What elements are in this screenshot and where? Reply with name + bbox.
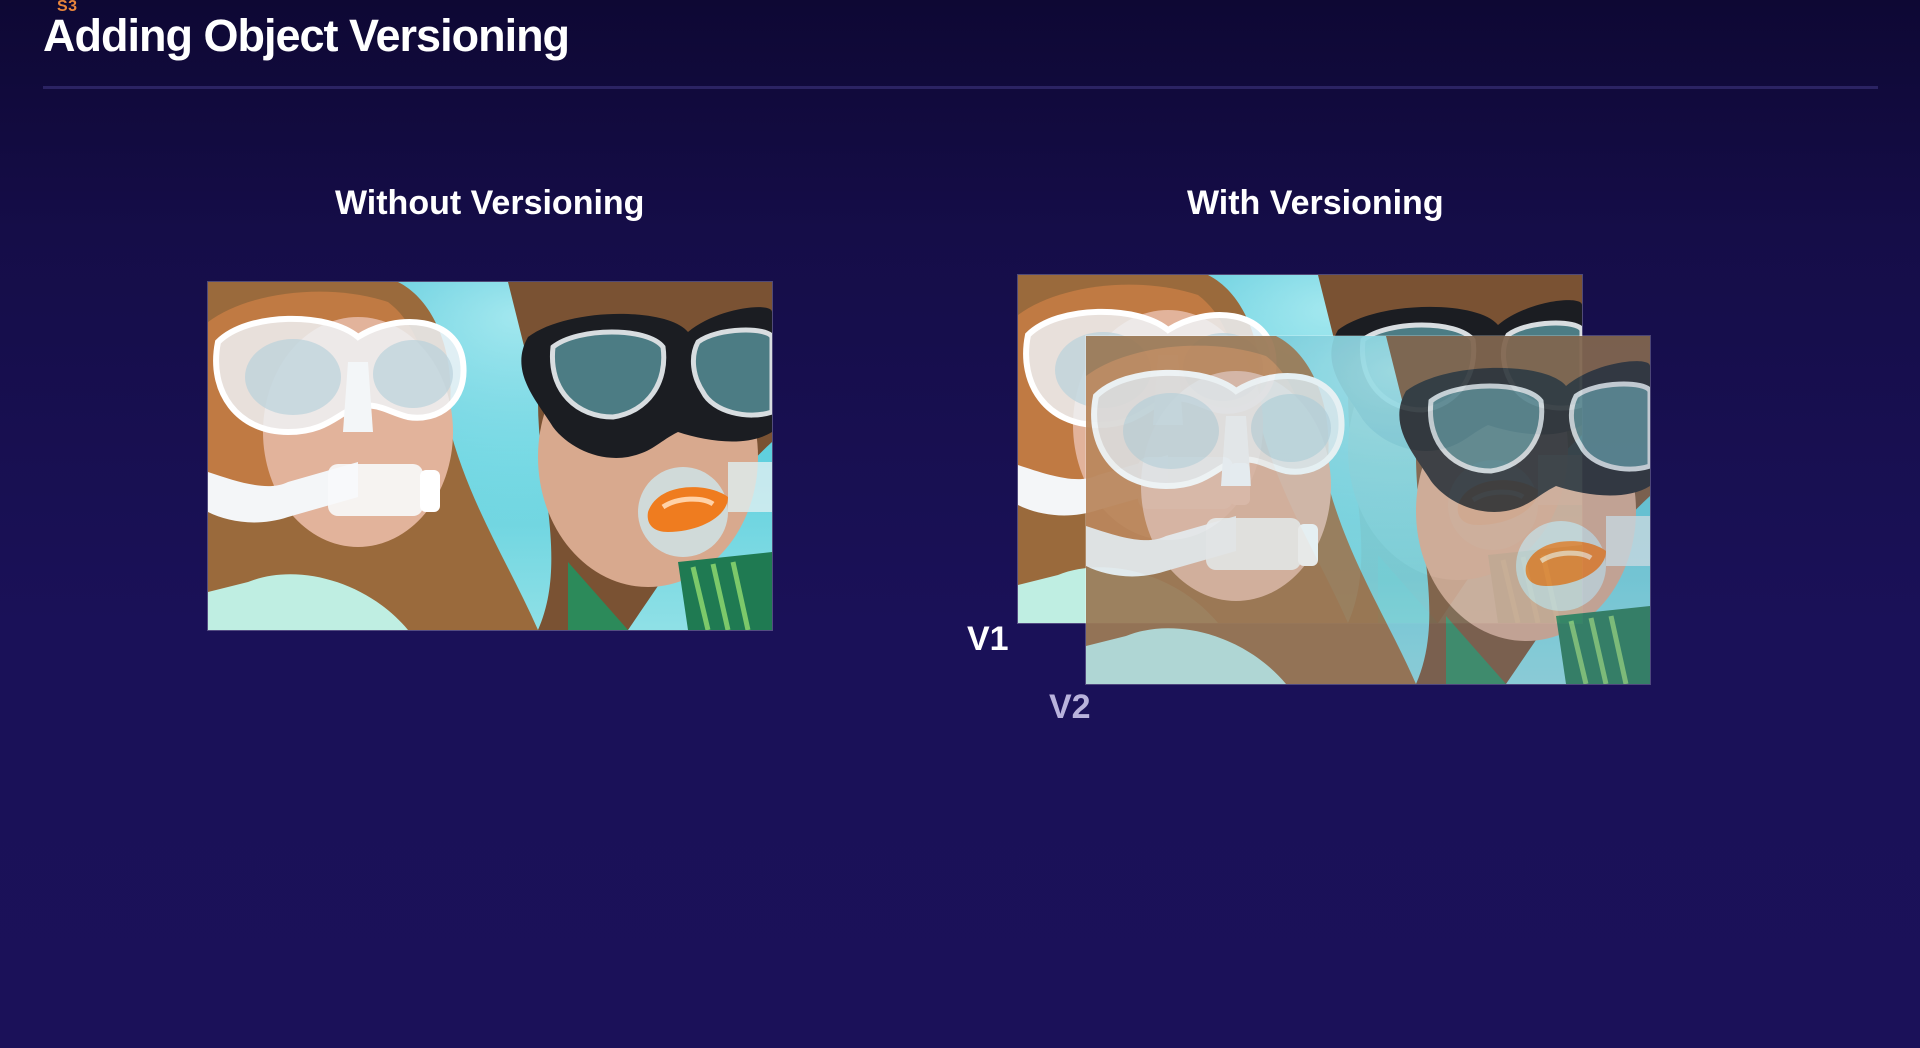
slide: S3 Adding Object Versioning Without Vers… [0,0,1920,1048]
underwater-photo-icon [208,282,772,630]
object-image-single [208,282,772,630]
version-label-v1: V1 [967,620,1009,658]
object-image-v2 [1086,336,1650,684]
without-versioning-heading: Without Versioning [335,184,645,222]
version-label-v2: V2 [1049,688,1091,726]
page-title: Adding Object Versioning [43,10,570,61]
underwater-photo-icon [1086,336,1650,684]
title-divider [43,86,1878,89]
with-versioning-heading: With Versioning [1187,184,1444,222]
